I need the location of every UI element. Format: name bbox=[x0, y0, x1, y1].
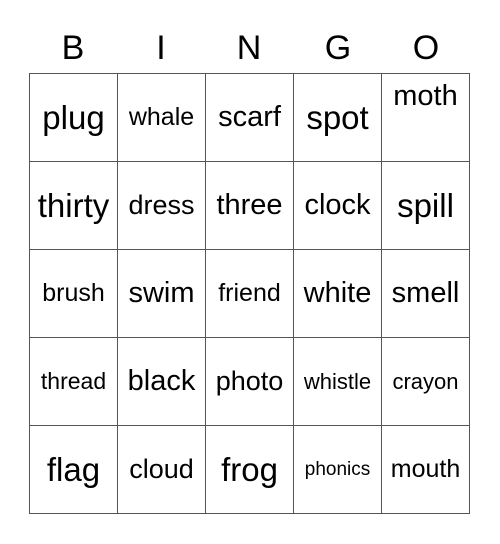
grid-row: thread black photo whistle crayon bbox=[29, 337, 470, 426]
grid-row: thirty dress three clock spill bbox=[29, 161, 470, 250]
bingo-cell[interactable]: whale bbox=[117, 73, 206, 162]
bingo-cell[interactable]: clock bbox=[293, 161, 382, 250]
header-letter-i: I bbox=[156, 29, 166, 67]
bingo-cell[interactable]: plug bbox=[29, 73, 118, 162]
header-letter-n: N bbox=[236, 29, 262, 67]
bingo-cell[interactable]: black bbox=[117, 337, 206, 426]
bingo-cell[interactable]: phonics bbox=[293, 425, 382, 514]
grid-row: brush swim friend white smell bbox=[29, 249, 470, 338]
bingo-cell[interactable]: mouth bbox=[381, 425, 470, 514]
bingo-cell[interactable]: smell bbox=[381, 249, 470, 338]
bingo-cell[interactable]: thirty bbox=[29, 161, 118, 250]
header-letter-g: G bbox=[324, 29, 352, 67]
bingo-cell[interactable]: spot bbox=[293, 73, 382, 162]
bingo-cell[interactable]: moth bbox=[381, 73, 470, 162]
bingo-cell[interactable]: white bbox=[293, 249, 382, 338]
bingo-cell[interactable]: spill bbox=[381, 161, 470, 250]
bingo-cell[interactable]: crayon bbox=[381, 337, 470, 426]
header-letter-o: O bbox=[412, 29, 440, 67]
bingo-cell[interactable]: thread bbox=[29, 337, 118, 426]
bingo-cell[interactable]: photo bbox=[205, 337, 294, 426]
bingo-cell[interactable]: flag bbox=[29, 425, 118, 514]
bingo-cell[interactable]: friend bbox=[205, 249, 294, 338]
bingo-cell[interactable]: three bbox=[205, 161, 294, 250]
bingo-grid: plug whale scarf spot moth thirty dress … bbox=[29, 73, 470, 514]
bingo-cell[interactable]: scarf bbox=[205, 73, 294, 162]
bingo-cell[interactable]: dress bbox=[117, 161, 206, 250]
bingo-cell[interactable]: whistle bbox=[293, 337, 382, 426]
header-letter-b: B bbox=[61, 29, 85, 67]
grid-row: plug whale scarf spot moth bbox=[29, 73, 470, 162]
grid-row: flag cloud frog phonics mouth bbox=[29, 425, 470, 514]
bingo-cell[interactable]: brush bbox=[29, 249, 118, 338]
bingo-cell[interactable]: cloud bbox=[117, 425, 206, 514]
bingo-cell[interactable]: frog bbox=[205, 425, 294, 514]
bingo-cell[interactable]: swim bbox=[117, 249, 206, 338]
